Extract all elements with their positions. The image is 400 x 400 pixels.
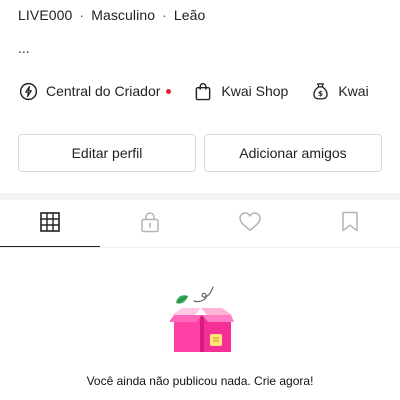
separator: ·: [79, 7, 85, 23]
shortcut-kwai-money[interactable]: $ Kwai: [310, 81, 369, 101]
content-tabs: [0, 200, 400, 248]
notification-dot: [166, 88, 172, 94]
shortcut-label: Central do Criador: [46, 83, 161, 99]
profile-bio[interactable]: ...: [18, 40, 30, 56]
profile-sign: Leão: [173, 7, 206, 23]
profile-page: LIVE000 · Masculino · Leão ... Central do Cr…: [0, 0, 400, 400]
grid-icon: [40, 211, 60, 237]
separator: ·: [162, 7, 167, 23]
profile-gender: Masculino: [91, 7, 156, 23]
profile-info-line: LIVE000 · Masculino · Leão: [18, 7, 205, 23]
lock-icon: [140, 211, 160, 238]
shortcut-creator-center[interactable]: Central do Criador: [18, 81, 172, 101]
lightning-circle-icon: [18, 81, 38, 101]
profile-id: LIVE000: [18, 7, 73, 23]
shortcut-label: Kwai: [338, 83, 369, 99]
edit-profile-button[interactable]: Editar perfil: [18, 134, 196, 172]
bookmark-icon: [341, 211, 359, 237]
money-bag-icon: $: [310, 81, 330, 101]
shortcuts-row: Central do Criador Kwai Shop $ Kwai: [18, 79, 391, 103]
tab-saved[interactable]: [300, 200, 400, 248]
tab-likes[interactable]: [200, 200, 300, 248]
heart-icon: [238, 211, 262, 237]
svg-text:$: $: [318, 89, 323, 98]
tabs-bottom-border: [0, 247, 400, 248]
empty-state-message[interactable]: Você ainda não publicou nada. Crie agora…: [0, 374, 400, 388]
tab-grid[interactable]: [0, 200, 100, 248]
shortcut-label: Kwai Shop: [221, 83, 289, 99]
tab-private[interactable]: [100, 200, 200, 248]
shopping-bag-icon: [193, 81, 213, 101]
shortcut-kwai-shop[interactable]: Kwai Shop: [193, 81, 288, 101]
empty-box-icon: [166, 284, 236, 358]
add-friends-button[interactable]: Adicionar amigos: [204, 134, 382, 172]
section-divider: [0, 193, 400, 200]
